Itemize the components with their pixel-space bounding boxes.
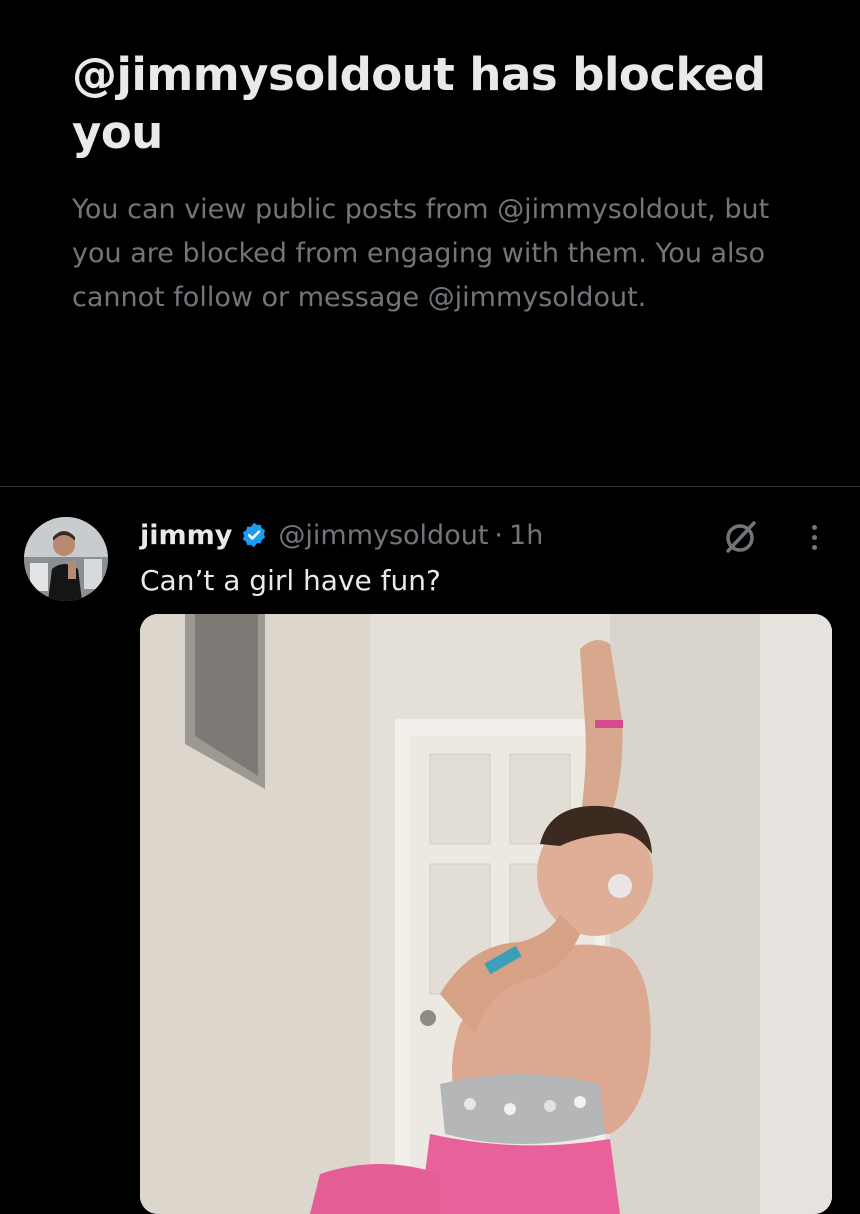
block-notice-description: You can view public posts from @jimmysol… <box>72 194 770 313</box>
author-name[interactable]: jimmy <box>140 520 232 551</box>
post-text: Can’t a girl have fun? <box>140 564 441 597</box>
grok-icon[interactable] <box>720 517 760 557</box>
author-handle[interactable]: @jimmysoldout <box>278 520 488 551</box>
post-header: jimmy @jimmysoldout · 1h <box>140 515 543 555</box>
block-notice-title: @jimmysoldout has blocked you <box>72 48 766 159</box>
block-notice: @jimmysoldout has blocked you You can vi… <box>72 46 812 320</box>
post-image[interactable] <box>140 614 832 1214</box>
more-options-icon[interactable] <box>800 517 828 557</box>
post-time[interactable]: 1h <box>509 520 543 551</box>
post[interactable]: jimmy @jimmysoldout · 1h Can’t a girl ha… <box>0 487 860 1214</box>
avatar[interactable] <box>24 517 108 601</box>
verified-badge-icon <box>240 521 268 549</box>
separator: · <box>494 519 504 551</box>
